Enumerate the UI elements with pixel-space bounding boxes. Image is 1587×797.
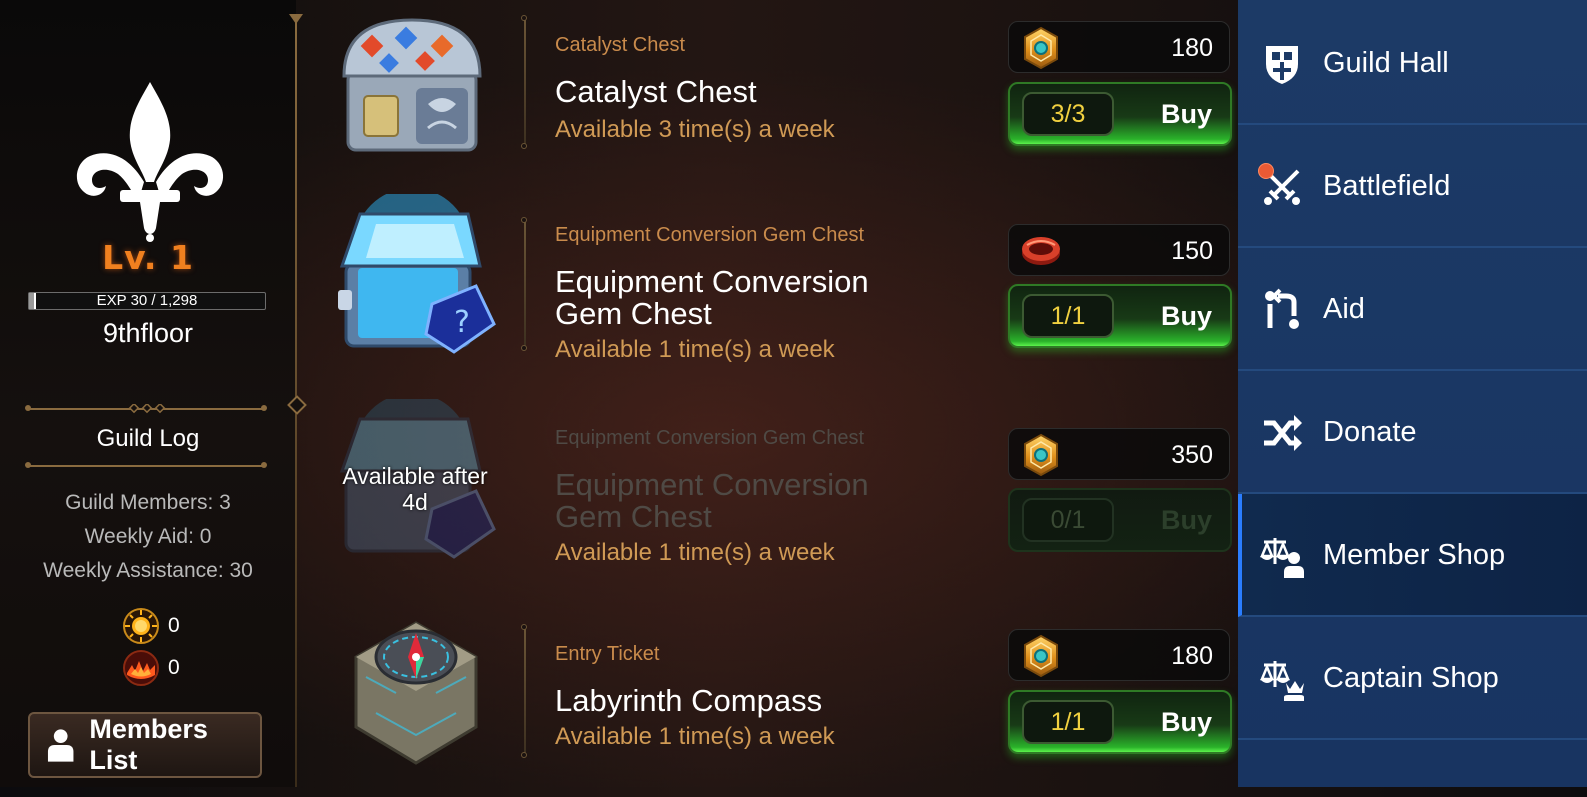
currency-flame-row: 0 (122, 648, 180, 688)
currency-sun-row: 0 (122, 606, 180, 646)
row-divider (521, 15, 527, 149)
guild-hall-icon (1266, 46, 1298, 84)
shuffle-icon (1264, 415, 1302, 451)
buy-button-disabled: 0/1 Buy (1008, 488, 1232, 552)
ornament-divider (25, 462, 267, 468)
price-box: 150 (1008, 224, 1230, 276)
item-limit: Available 1 time(s) a week (555, 539, 835, 566)
guild-name: 9thfloor (102, 318, 194, 348)
compass-icon (354, 621, 478, 765)
price-value: 150 (1171, 237, 1213, 265)
item-limit: Available 1 time(s) a week (555, 336, 835, 363)
members-list-label: Members List (89, 714, 208, 775)
nav-label: Guild Hall (1323, 47, 1449, 79)
captain-shop-icon (1260, 661, 1304, 701)
item-limit: Available 1 time(s) a week (555, 723, 835, 750)
guild-info-panel: Lv. 1 EXP 30 / 1,298 9thfloor Guild Log … (0, 0, 296, 787)
fleur-de-lis-emblem-icon (76, 82, 224, 242)
item-name: Labyrinth Compass (555, 683, 823, 718)
person-icon (47, 729, 74, 762)
price-value: 180 (1171, 34, 1213, 62)
item-category: Entry Ticket (555, 643, 660, 665)
gold-emblem-icon (1019, 634, 1063, 678)
weekly-aid: Weekly Aid: 0 (84, 525, 212, 548)
price-value: 350 (1171, 441, 1213, 469)
catalyst-chest-icon (342, 18, 482, 152)
aid-icon (1265, 288, 1299, 329)
exp-text: EXP 30 / 1,298 (96, 292, 198, 309)
nav-item-guild-hall[interactable]: Guild Hall (1238, 2, 1587, 125)
nav-label: Member Shop (1323, 539, 1506, 571)
item-name: Equipment Conversion Gem Chest (555, 467, 869, 534)
gold-emblem-icon (1019, 433, 1063, 477)
sun-coin-icon (123, 608, 159, 644)
buy-button[interactable]: 1/1 Buy (1008, 690, 1232, 754)
purchase-count: 1/1 (1022, 700, 1114, 744)
gold-emblem-icon (1019, 26, 1063, 70)
nav-item-member-shop[interactable]: Member Shop (1238, 494, 1587, 617)
nav-label: Donate (1323, 416, 1417, 448)
buy-button[interactable]: 1/1 Buy (1008, 284, 1232, 348)
ornament-diamonds (128, 404, 166, 414)
guild-nav-menu: Guild Hall Battlefield Aid Donate Member… (1238, 0, 1587, 787)
nav-label: Captain Shop (1323, 662, 1499, 694)
buy-label: Buy (1160, 99, 1212, 129)
item-name: Catalyst Chest (555, 74, 757, 109)
item-category: Equipment Conversion Gem Chest (555, 224, 865, 246)
members-list-button[interactable]: Members List (28, 712, 262, 778)
price-box: 350 (1008, 428, 1230, 480)
item-category: Catalyst Chest (555, 34, 686, 56)
exp-bar: EXP 30 / 1,298 (28, 292, 266, 310)
item-category: Equipment Conversion Gem Chest (555, 427, 865, 449)
buy-label: Buy (1160, 707, 1212, 737)
nav-item-aid[interactable]: Aid (1238, 248, 1587, 371)
shop-item-gem-chest-locked: Available after 4d Equipment Conversion … (330, 399, 1232, 585)
availability-note: Available after 4d (342, 463, 488, 515)
flame-orb-icon (123, 650, 159, 686)
price-value: 180 (1171, 642, 1213, 670)
purchase-count: 1/1 (1022, 294, 1114, 338)
guild-log-button[interactable]: Guild Log (0, 425, 296, 453)
currency-sun-value: 0 (168, 614, 180, 637)
price-box: 180 (1008, 629, 1230, 681)
guild-level: Lv. 1 (102, 238, 194, 277)
panel-divider-cap (289, 14, 303, 24)
shop-item-gem-chest: ? Equipment Conversion Gem Chest Equipme… (330, 194, 1232, 380)
purchase-count: 0/1 (1022, 498, 1114, 542)
gem-chest-icon: ? (338, 194, 496, 354)
purchase-count: 3/3 (1022, 92, 1114, 136)
shop-item-labyrinth-compass: Entry Ticket Labyrinth Compass Available… (330, 617, 1232, 797)
buy-label: Buy (1160, 301, 1212, 331)
notification-dot (1258, 163, 1274, 179)
buy-label: Buy (1160, 505, 1212, 535)
svg-text:?: ? (454, 305, 470, 340)
currency-flame-value: 0 (168, 656, 180, 679)
weekly-assistance: Weekly Assistance: 30 (43, 559, 253, 582)
member-shop-icon (1260, 538, 1304, 578)
buy-button[interactable]: 3/3 Buy (1008, 82, 1232, 146)
nav-label: Aid (1323, 293, 1365, 325)
item-limit: Available 3 time(s) a week (555, 116, 835, 143)
nav-item-donate[interactable]: Donate (1238, 371, 1587, 494)
price-box: 180 (1008, 21, 1230, 73)
nav-label: Battlefield (1323, 170, 1451, 202)
nav-item-captain-shop[interactable]: Captain Shop (1238, 617, 1587, 740)
nav-item-battlefield[interactable]: Battlefield (1238, 125, 1587, 248)
row-divider (521, 624, 527, 758)
row-divider (521, 217, 527, 351)
red-ring-icon (1019, 229, 1063, 273)
item-name: Equipment Conversion Gem Chest (555, 264, 869, 331)
guild-members-count: Guild Members: 3 (65, 491, 231, 514)
shop-item-catalyst-chest: Catalyst Chest Catalyst Chest Available … (330, 12, 1232, 192)
